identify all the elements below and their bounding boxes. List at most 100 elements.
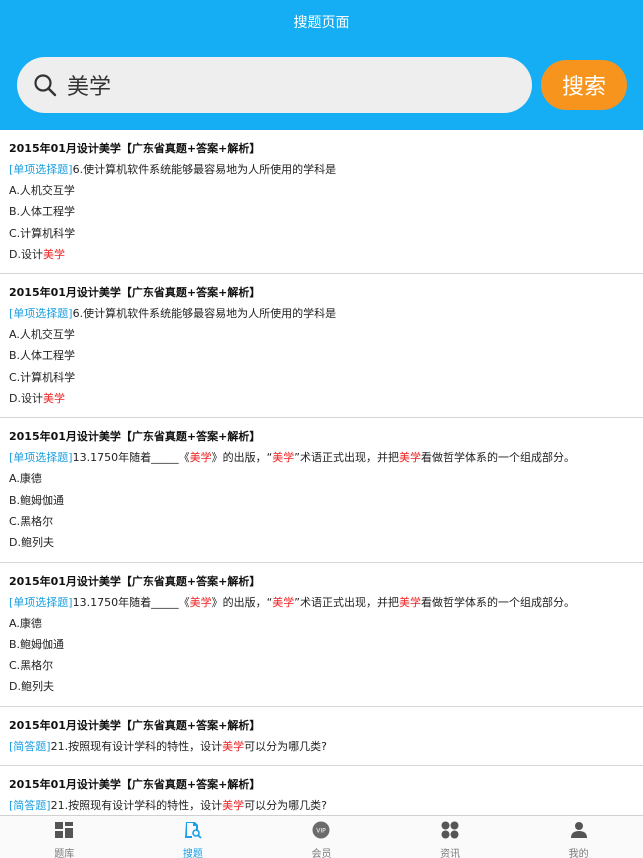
answer-option: D.设计美学 (9, 244, 634, 265)
answer-option: D.鲍列夫 (9, 676, 634, 697)
text-segment: 看做哲学体系的一个组成部分。 (421, 451, 575, 465)
profile-icon (569, 821, 589, 843)
text-segment: A.人机交互学 (9, 328, 75, 342)
tab-news[interactable]: 资讯 (386, 816, 515, 858)
tab-label: 搜题 (182, 849, 203, 858)
question-text: [单项选择题]13.1750年随着_____《美学》的出版，“美学”术语正式出现… (9, 447, 634, 468)
text-segment: 可以分为哪几类? (244, 798, 327, 812)
question-text: [简答题]21.按照现有设计学科的特性，设计美学可以分为哪几类? (9, 736, 634, 757)
tab-profile[interactable]: 我的 (514, 816, 643, 858)
tab-label: 我的 (568, 849, 589, 858)
text-segment: B.人体工程学 (9, 205, 76, 219)
result-card[interactable]: 2015年01月设计美学【广东省真题+答案+解析】 [简答题]21.按照现有设计学… (0, 766, 643, 815)
page-title: 搜题页面 (293, 15, 350, 31)
question-type-tag: [单项选择题] (9, 163, 73, 176)
result-title: 2015年01月设计美学【广东省真题+答案+解析】 (9, 777, 261, 791)
answer-option: D.鲍列夫 (9, 532, 634, 553)
text-segment: 13.1750年随着_____《 (72, 595, 190, 609)
news-icon (440, 821, 460, 843)
text-segment: 看做哲学体系的一个组成部分。 (421, 595, 575, 609)
keyword-highlight: 美学 (189, 451, 212, 465)
text-segment: 6.使计算机软件系统能够最容易地为人所使用的学科是 (72, 163, 337, 176)
answer-option: C.黑格尔 (9, 511, 634, 532)
question-type-tag: [单项选择题] (9, 595, 73, 609)
result-card[interactable]: 2015年01月设计美学【广东省真题+答案+解析】 [单项选择题]13.1750年… (0, 418, 643, 563)
keyword-highlight: 美学 (189, 595, 212, 609)
answer-option: A.人机交互学 (9, 180, 634, 201)
text-segment: C.黑格尔 (9, 659, 54, 673)
search-bar[interactable] (17, 57, 532, 113)
keyword-highlight: 美学 (272, 451, 295, 465)
text-segment: B.鲍姆伽通 (9, 493, 65, 507)
answer-option: B.人体工程学 (9, 345, 634, 366)
tab-label: 资讯 (440, 849, 461, 858)
results-list[interactable]: 2015年01月设计美学【广东省真题+答案+解析】 [单项选择题]6.使计算机软件… (0, 130, 643, 815)
text-segment: C.计算机科学 (9, 226, 76, 240)
answer-option: C.计算机科学 (9, 367, 634, 388)
tab-bank[interactable]: 题库 (0, 816, 129, 858)
keyword-highlight: 美学 (272, 595, 295, 609)
text-segment: A.康德 (9, 472, 42, 486)
answer-option: C.黑格尔 (9, 655, 634, 676)
question-type-tag: [单项选择题] (9, 307, 73, 321)
search-button[interactable]: 搜索 (541, 60, 627, 110)
search-doc-icon (183, 821, 203, 843)
text-segment: C.黑格尔 (9, 514, 54, 528)
text-segment: D.设计 (9, 247, 43, 261)
answer-option: A.康德 (9, 468, 634, 489)
result-title: 2015年01月设计美学【广东省真题+答案+解析】 (9, 574, 261, 588)
answer-option: B.人体工程学 (9, 201, 634, 222)
question-text: [单项选择题]6.使计算机软件系统能够最容易地为人所使用的学科是 (9, 159, 634, 180)
question-type-tag: [简答题] (9, 798, 51, 812)
question-text: [简答题]21.按照现有设计学科的特性，设计美学可以分为哪几类? (9, 795, 634, 815)
vip-icon: VIP (311, 821, 331, 843)
search-input[interactable] (67, 72, 467, 98)
result-card[interactable]: 2015年01月设计美学【广东省真题+答案+解析】 [单项选择题]6.使计算机软件… (0, 274, 643, 419)
keyword-highlight: 美学 (222, 739, 245, 753)
text-segment: 可以分为哪几类? (244, 739, 327, 753)
result-card[interactable]: 2015年01月设计美学【广东省真题+答案+解析】 [单项选择题]13.1750年… (0, 563, 643, 707)
text-segment: 13.1750年随着_____《 (72, 451, 190, 465)
question-type-tag: [简答题] (9, 739, 51, 753)
text-segment: B.鲍姆伽通 (9, 637, 65, 651)
keyword-highlight: 美学 (399, 595, 421, 609)
answer-option: B.鲍姆伽通 (9, 490, 634, 511)
text-segment: 21.按照现有设计学科的特性，设计 (50, 739, 223, 753)
search-icon (34, 74, 57, 97)
text-segment: A.人机交互学 (9, 184, 75, 197)
question-text: [单项选择题]6.使计算机软件系统能够最容易地为人所使用的学科是 (9, 303, 634, 324)
result-title: 2015年01月设计美学【广东省真题+答案+解析】 (9, 142, 261, 155)
svg-text:VIP: VIP (317, 828, 327, 835)
text-segment: ”术语正式出现，并把 (294, 595, 399, 609)
answer-option: A.人机交互学 (9, 324, 634, 345)
result-title: 2015年01月设计美学【广东省真题+答案+解析】 (9, 430, 261, 444)
tab-search[interactable]: 搜题 (129, 816, 258, 858)
result-card[interactable]: 2015年01月设计美学【广东省真题+答案+解析】 [单项选择题]6.使计算机软件… (0, 130, 643, 275)
tab-label: 题库 (54, 849, 75, 858)
text-segment: D.鲍列夫 (9, 536, 54, 550)
text-segment: D.鲍列夫 (9, 680, 54, 694)
text-segment: A.康德 (9, 616, 42, 630)
keyword-highlight: 美学 (42, 247, 65, 261)
text-segment: C.计算机科学 (9, 370, 76, 384)
answer-option: A.康德 (9, 613, 634, 634)
answer-option: B.鲍姆伽通 (9, 634, 634, 655)
keyword-highlight: 美学 (42, 392, 65, 406)
question-text: [单项选择题]13.1750年随着_____《美学》的出版，“美学”术语正式出现… (9, 592, 634, 613)
result-title: 2015年01月设计美学【广东省真题+答案+解析】 (9, 718, 261, 732)
app-header: 搜题页面 搜索 (0, 0, 643, 130)
tab-label: 会员 (311, 849, 332, 858)
text-segment: ”术语正式出现，并把 (294, 451, 399, 465)
text-segment: B.人体工程学 (9, 349, 76, 363)
text-segment: 》的出版，“ (211, 595, 273, 609)
text-segment: 21.按照现有设计学科的特性，设计 (50, 798, 223, 812)
text-segment: 6.使计算机软件系统能够最容易地为人所使用的学科是 (72, 307, 337, 321)
tab-bar: 题库 搜题 VIP 会员 资讯 我的 (0, 815, 643, 858)
question-type-tag: [单项选择题] (9, 451, 73, 465)
grid-icon (54, 821, 74, 843)
result-title: 2015年01月设计美学【广东省真题+答案+解析】 (9, 286, 261, 300)
answer-option: C.计算机科学 (9, 223, 634, 244)
keyword-highlight: 美学 (399, 451, 421, 465)
result-card[interactable]: 2015年01月设计美学【广东省真题+答案+解析】 [简答题]21.按照现有设计学… (0, 707, 643, 766)
tab-vip[interactable]: VIP 会员 (257, 816, 386, 858)
